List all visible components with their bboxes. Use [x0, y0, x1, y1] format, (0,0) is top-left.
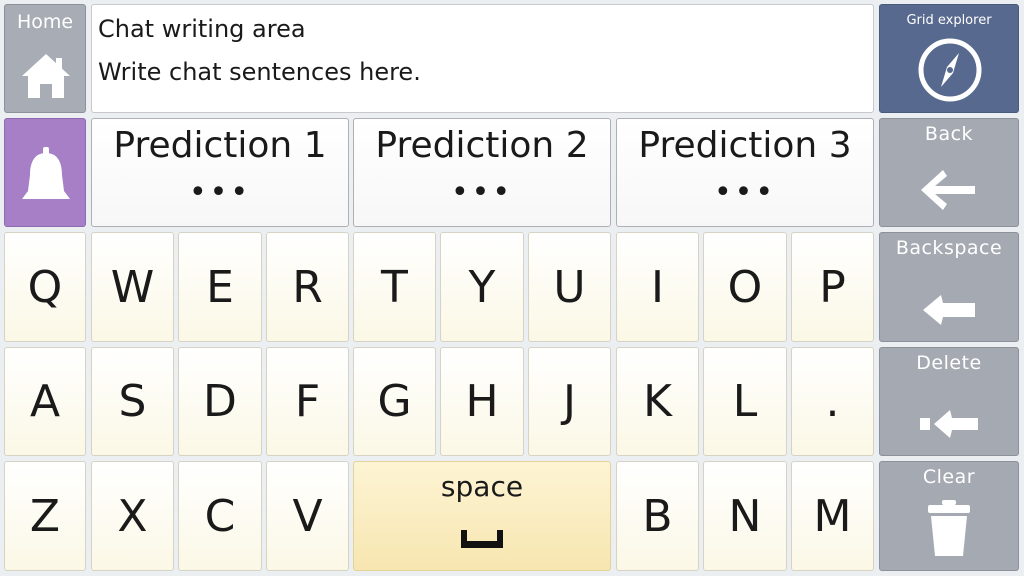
key-n[interactable]: N — [703, 461, 787, 571]
key-j[interactable]: J — [528, 347, 611, 456]
key-h[interactable]: H — [440, 347, 524, 456]
home-icon — [22, 54, 70, 98]
prediction-label: Prediction 3 — [638, 125, 852, 166]
key-x[interactable]: X — [91, 461, 174, 571]
space-bar-icon — [461, 530, 503, 548]
key-i[interactable]: I — [616, 232, 699, 342]
key-k[interactable]: K — [616, 347, 699, 456]
key-o[interactable]: O — [703, 232, 787, 342]
home-label: Home — [16, 11, 74, 33]
prediction-dots: ••• — [450, 175, 514, 210]
prediction-dots: ••• — [188, 175, 252, 210]
key-p[interactable]: P — [791, 232, 874, 342]
key-e[interactable]: E — [178, 232, 262, 342]
key-y[interactable]: Y — [440, 232, 524, 342]
bell-icon — [22, 147, 70, 199]
key-period[interactable]: . — [791, 347, 874, 456]
back-label: Back — [924, 123, 974, 145]
home-button[interactable]: Home — [4, 4, 86, 113]
clear-button[interactable]: Clear — [879, 461, 1019, 571]
backspace-arrow-icon — [923, 295, 975, 325]
delete-label: Delete — [916, 352, 982, 374]
key-c[interactable]: C — [178, 461, 262, 571]
key-a[interactable]: A — [4, 347, 86, 456]
key-t[interactable]: T — [353, 232, 436, 342]
key-w[interactable]: W — [91, 232, 174, 342]
key-r[interactable]: R — [266, 232, 349, 342]
chat-title: Chat writing area — [98, 15, 306, 43]
prediction-dots: ••• — [713, 175, 777, 210]
key-z[interactable]: Z — [4, 461, 86, 571]
delete-button[interactable]: Delete — [879, 347, 1019, 456]
chat-placeholder: Write chat sentences here. — [98, 58, 421, 86]
key-l[interactable]: L — [703, 347, 787, 456]
clear-label: Clear — [922, 466, 976, 488]
key-s[interactable]: S — [91, 347, 174, 456]
chat-writing-area[interactable]: Chat writing area Write chat sentences h… — [91, 4, 874, 113]
communication-grid: Home Chat writing area Write chat senten… — [0, 0, 1024, 576]
prediction-3[interactable]: Prediction 3 ••• — [616, 118, 874, 227]
key-g[interactable]: G — [353, 347, 436, 456]
key-v[interactable]: V — [266, 461, 349, 571]
grid-explorer-label: Grid explorer — [906, 13, 992, 28]
key-b[interactable]: B — [616, 461, 699, 571]
bell-button[interactable] — [4, 118, 86, 227]
key-m[interactable]: M — [791, 461, 874, 571]
trash-icon — [928, 500, 970, 556]
arrow-left-icon — [921, 170, 975, 210]
key-q[interactable]: Q — [4, 232, 86, 342]
space-label: space — [440, 470, 524, 503]
compass-icon — [918, 38, 982, 102]
key-f[interactable]: F — [266, 347, 349, 456]
delete-arrow-icon — [920, 410, 978, 438]
back-button[interactable]: Back — [879, 118, 1019, 227]
backspace-label: Backspace — [895, 237, 1003, 259]
prediction-label: Prediction 1 — [113, 125, 327, 166]
grid-explorer-button[interactable]: Grid explorer — [879, 4, 1019, 113]
prediction-1[interactable]: Prediction 1 ••• — [91, 118, 349, 227]
prediction-2[interactable]: Prediction 2 ••• — [353, 118, 611, 227]
space-key[interactable]: space — [353, 461, 611, 571]
prediction-label: Prediction 2 — [375, 125, 589, 166]
key-d[interactable]: D — [178, 347, 262, 456]
key-u[interactable]: U — [528, 232, 611, 342]
backspace-button[interactable]: Backspace — [879, 232, 1019, 342]
